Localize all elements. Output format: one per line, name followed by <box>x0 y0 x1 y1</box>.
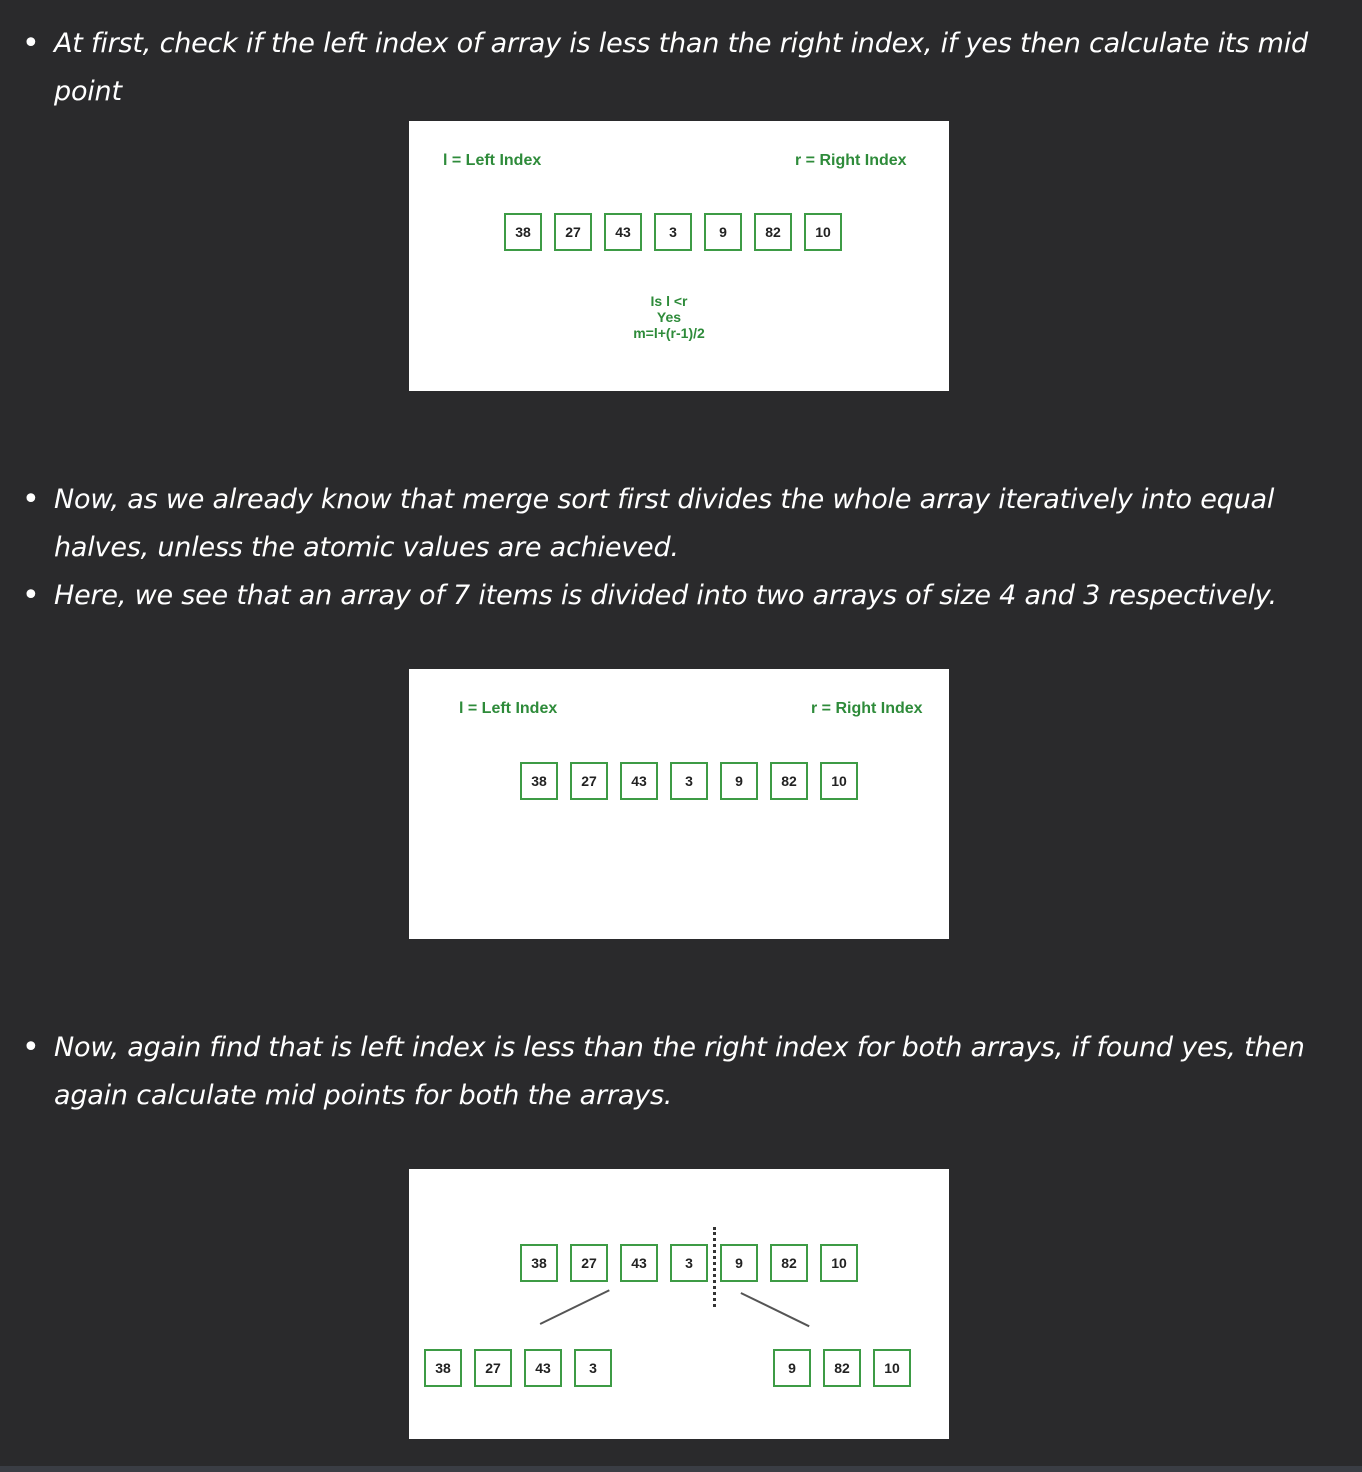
note-line: Is l <r <box>650 293 688 309</box>
left-half-cell: 38 <box>424 1349 462 1387</box>
bullet-item-3: • Here, we see that an array of 7 items … <box>22 572 1344 620</box>
array-cell: 43 <box>620 1244 658 1282</box>
array-cell: 38 <box>504 213 542 251</box>
figure-initial-array: l = Left Index r = Right Index 38 27 43 … <box>409 121 949 391</box>
array-cell: 38 <box>520 762 558 800</box>
bullet-dot: • <box>22 1030 40 1065</box>
right-half-cell: 10 <box>873 1349 911 1387</box>
array-cell: 3 <box>654 213 692 251</box>
left-half-cell: 3 <box>574 1349 612 1387</box>
figure-array-split: 38 27 43 3 9 82 10 38 27 43 3 9 82 10 <box>409 1169 949 1439</box>
bullet-text: At first, check if the left index of arr… <box>54 28 1308 107</box>
bullet-dot: • <box>22 482 40 517</box>
array-cell: 27 <box>554 213 592 251</box>
split-line-right <box>740 1292 810 1327</box>
array-cell: 27 <box>570 1244 608 1282</box>
array-cell: 43 <box>620 762 658 800</box>
array-cell: 10 <box>820 762 858 800</box>
bullet-dot: • <box>22 26 40 61</box>
bullet-item-1: • At first, check if the left index of a… <box>22 20 1344 116</box>
bullet-text: Now, as we already know that merge sort … <box>54 484 1275 563</box>
figure-array-indices: l = Left Index r = Right Index 38 27 43 … <box>409 669 949 939</box>
right-index-label: r = Right Index <box>811 700 923 717</box>
array-cell: 3 <box>670 762 708 800</box>
left-index-label: l = Left Index <box>443 152 542 169</box>
array-cell: 43 <box>604 213 642 251</box>
right-index-label: r = Right Index <box>795 152 907 169</box>
left-half-cell: 27 <box>474 1349 512 1387</box>
array-cell: 10 <box>804 213 842 251</box>
array-cell: 82 <box>754 213 792 251</box>
right-half-cell: 82 <box>823 1349 861 1387</box>
left-half-cell: 43 <box>524 1349 562 1387</box>
note-line: m=l+(r-1)/2 <box>633 325 705 341</box>
array-cell: 9 <box>704 213 742 251</box>
array-cell: 82 <box>770 1244 808 1282</box>
bullet-text: Now, again find that is left index is le… <box>54 1032 1305 1111</box>
midpoint-note: Is l <r Yes m=l+(r-1)/2 <box>609 293 729 341</box>
bullet-item-2: • Now, as we already know that merge sor… <box>22 476 1344 572</box>
array-cell: 9 <box>720 1244 758 1282</box>
bullet-text: Here, we see that an array of 7 items is… <box>54 580 1277 611</box>
note-line: Yes <box>656 309 682 325</box>
array-cell: 38 <box>520 1244 558 1282</box>
array-cell: 10 <box>820 1244 858 1282</box>
split-line-left <box>539 1289 610 1325</box>
array-cell: 9 <box>720 762 758 800</box>
array-cell: 3 <box>670 1244 708 1282</box>
array-cell: 82 <box>770 762 808 800</box>
left-index-label: l = Left Index <box>459 700 558 717</box>
page-bottom-edge <box>0 1466 1362 1472</box>
split-divider <box>713 1227 716 1307</box>
array-cell: 27 <box>570 762 608 800</box>
bullet-item-4: • Now, again find that is left index is … <box>22 1024 1344 1120</box>
right-half-cell: 9 <box>773 1349 811 1387</box>
bullet-dot: • <box>22 578 40 613</box>
